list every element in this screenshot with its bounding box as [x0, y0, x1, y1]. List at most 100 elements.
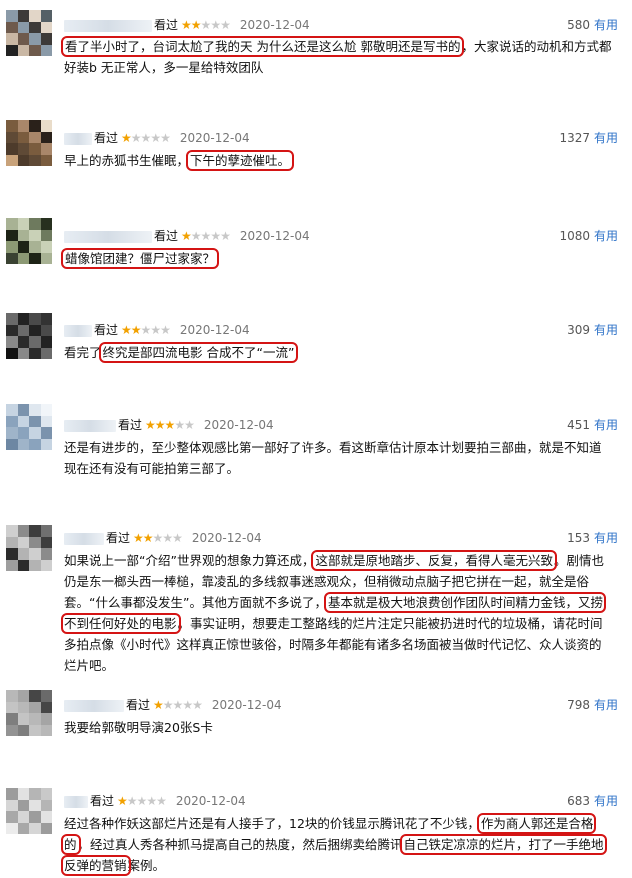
star-filled-icon: ★ [181, 18, 192, 32]
review-meta: 看过 ★★★★★ 2020-12-04 [64, 793, 246, 809]
review-date: 2020-12-04 [211, 698, 282, 712]
vote-area: 451 有用 [567, 417, 618, 433]
star-empty-icon: ★ [220, 18, 231, 32]
star-empty-icon: ★ [220, 229, 231, 243]
username-blurred[interactable] [64, 132, 92, 145]
star-empty-icon: ★ [126, 794, 138, 808]
star-empty-icon: ★ [140, 131, 152, 145]
useful-button[interactable]: 有用 [594, 531, 618, 545]
useful-button[interactable]: 有用 [594, 18, 618, 32]
useful-button[interactable]: 有用 [594, 794, 618, 808]
star-empty-icon: ★ [152, 531, 164, 545]
star-filled-icon: ★ [164, 418, 176, 432]
watched-label: 看过 [106, 531, 131, 545]
username-blurred[interactable] [64, 230, 152, 243]
review-date: 2020-12-04 [175, 794, 246, 808]
avatar[interactable] [6, 218, 52, 264]
review-text: 看完了 [64, 345, 102, 360]
review-text: ，经过真人秀各种抓马提高自己的热度，然后捆绑卖给腾讯 [77, 837, 403, 852]
star-rating: ★★★★★ [145, 418, 195, 432]
star-empty-icon: ★ [182, 698, 193, 712]
review-content: 还是有进步的，至少整体观感比第一部好了许多。看这断章估计原本计划要拍三部曲，就是… [64, 437, 612, 479]
vote-count: 1080 [559, 229, 590, 243]
star-filled-icon: ★ [153, 698, 164, 712]
star-rating: ★★★★★ [181, 18, 231, 32]
review-meta: 看过 ★★★★★ 2020-12-04 [64, 130, 250, 146]
useful-button[interactable]: 有用 [594, 418, 618, 432]
star-empty-icon: ★ [190, 229, 202, 243]
star-empty-icon: ★ [160, 131, 171, 145]
star-empty-icon: ★ [156, 794, 167, 808]
highlighted-text: 蜡像馆团建？僵尸过家家？ [60, 248, 220, 269]
useful-button[interactable]: 有用 [594, 698, 618, 712]
username-blurred[interactable] [64, 19, 152, 32]
avatar[interactable] [6, 525, 52, 571]
star-empty-icon: ★ [172, 531, 183, 545]
vote-count: 798 [567, 698, 590, 712]
review-date: 2020-12-04 [179, 323, 250, 337]
highlighted-text: 看了半小时了，台词太尬了我的天 为什么还是这么尬 郭敬明还是写书的 [60, 36, 465, 57]
star-rating: ★★★★★ [153, 698, 203, 712]
review-content: 我要给郭敬明导演20张S卡 [64, 717, 612, 738]
avatar[interactable] [6, 690, 52, 736]
username-blurred[interactable] [64, 795, 88, 808]
avatar[interactable] [6, 120, 52, 166]
review-content: 看了半小时了，台词太尬了我的天 为什么还是这么尬 郭敬明还是写书的，大家说话的动… [60, 36, 612, 78]
review-content: 经过各种作妖这部烂片还是有人接手了，12块的价钱显示腾讯花了不少钱，作为商人郭还… [60, 813, 612, 876]
username-blurred[interactable] [64, 419, 116, 432]
star-filled-icon: ★ [133, 531, 144, 545]
avatar[interactable] [6, 404, 52, 450]
avatar[interactable] [6, 10, 52, 56]
star-filled-icon: ★ [117, 794, 128, 808]
vote-count: 580 [567, 18, 590, 32]
review-date: 2020-12-04 [191, 531, 262, 545]
review-meta: 看过 ★★★★★ 2020-12-04 [64, 697, 282, 713]
useful-button[interactable]: 有用 [594, 131, 618, 145]
highlighted-text: 终究是部四流电影 合成不了“一流” [98, 342, 299, 363]
vote-area: 580 有用 [567, 17, 618, 33]
vote-area: 153 有用 [567, 530, 618, 546]
star-rating: ★★★★★ [121, 131, 171, 145]
watched-label: 看过 [94, 323, 119, 337]
username-blurred[interactable] [64, 324, 92, 337]
star-empty-icon: ★ [162, 698, 174, 712]
star-empty-icon: ★ [140, 323, 152, 337]
star-empty-icon: ★ [210, 229, 221, 243]
vote-area: 798 有用 [567, 697, 618, 713]
review-meta: 看过 ★★★★★ 2020-12-04 [64, 417, 274, 433]
useful-button[interactable]: 有用 [594, 323, 618, 337]
username-blurred[interactable] [64, 532, 104, 545]
star-empty-icon: ★ [200, 18, 212, 32]
star-empty-icon: ★ [184, 418, 195, 432]
star-rating: ★★★★★ [117, 794, 167, 808]
vote-count: 683 [567, 794, 590, 808]
review-content: 看完了终究是部四流电影 合成不了“一流” [64, 342, 612, 363]
avatar[interactable] [6, 788, 52, 834]
star-empty-icon: ★ [192, 698, 203, 712]
star-empty-icon: ★ [172, 698, 184, 712]
review-text: 早上的赤狐书生催眠， [64, 153, 190, 168]
useful-button[interactable]: 有用 [594, 229, 618, 243]
vote-area: 1080 有用 [559, 228, 618, 244]
review-date: 2020-12-04 [179, 131, 250, 145]
review-text: 还是有进步的，至少整体观感比第一部好了许多。看这断章估计原本计划要拍三部曲，就是… [64, 440, 602, 476]
review-meta: 看过 ★★★★★ 2020-12-04 [64, 322, 250, 338]
star-empty-icon: ★ [146, 794, 157, 808]
watched-label: 看过 [126, 698, 151, 712]
watched-label: 看过 [118, 418, 143, 432]
star-rating: ★★★★★ [181, 229, 231, 243]
star-empty-icon: ★ [160, 323, 171, 337]
avatar[interactable] [6, 313, 52, 359]
review-text: 我要给郭敬明导演20张S卡 [64, 720, 213, 735]
star-empty-icon: ★ [130, 131, 142, 145]
watched-label: 看过 [90, 794, 115, 808]
review-content: 蜡像馆团建？僵尸过家家？ [60, 248, 612, 269]
review-text: 如果说上一部“介绍”世界观的想象力算还成， [64, 553, 315, 568]
star-empty-icon: ★ [150, 131, 161, 145]
review-date: 2020-12-04 [203, 418, 274, 432]
watched-label: 看过 [154, 229, 179, 243]
username-blurred[interactable] [64, 699, 124, 712]
review-meta: 看过 ★★★★★ 2020-12-04 [64, 17, 310, 33]
star-empty-icon: ★ [162, 531, 173, 545]
highlighted-text: 这部就是原地踏步、反复，看得人毫无兴致 [311, 550, 557, 571]
